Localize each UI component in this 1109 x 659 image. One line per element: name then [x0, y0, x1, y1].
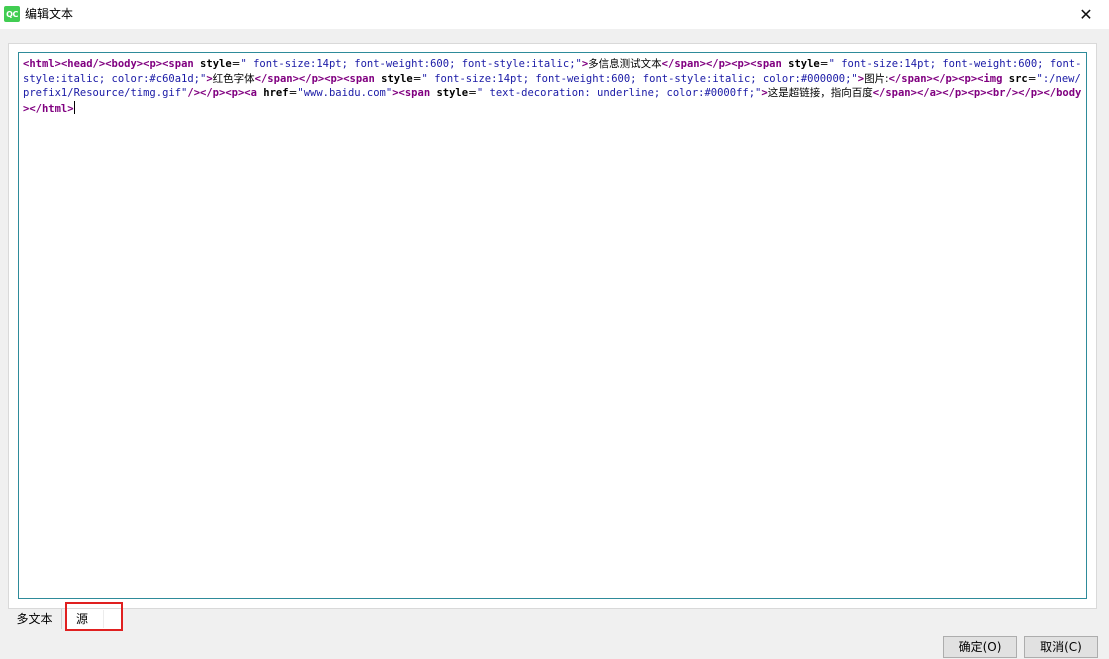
source-editor[interactable]: <html><head/><body><p><span style=" font… — [18, 52, 1087, 599]
code-token-txt: 红色字体 — [212, 72, 255, 85]
tab-source-spacer — [103, 610, 119, 628]
code-token-tag: <span — [398, 87, 437, 99]
code-token-txt: 图片: — [864, 72, 889, 85]
code-token-tag: </html> — [29, 102, 74, 115]
tab-source-label: 源 — [76, 612, 89, 626]
code-token-tag: <span — [750, 58, 789, 70]
code-token-str: "www.baidu.com" — [297, 87, 393, 99]
code-token-tag: <img — [977, 72, 1009, 85]
code-token-attr: style — [436, 87, 469, 99]
code-token-str: " font-size:14pt; font-weight:600; font-… — [240, 58, 582, 70]
close-icon: ✕ — [1079, 5, 1093, 24]
code-token-tag: </p> — [942, 87, 968, 99]
code-token-tag: <head/> — [60, 58, 106, 70]
code-token-tag: <body> — [105, 58, 144, 70]
code-token-attr: style — [381, 72, 413, 85]
code-token-attr: src — [1008, 72, 1028, 85]
code-token-tag: <br/> — [986, 87, 1019, 99]
code-token-tag: <p> — [225, 87, 245, 99]
content-panel: <html><head/><body><p><span style=" font… — [8, 43, 1097, 609]
text-caret — [73, 100, 75, 114]
code-token-tag: </span> — [661, 58, 706, 70]
code-token-attr: style — [788, 58, 820, 70]
code-token-tag: <html> — [23, 58, 61, 70]
code-token-tag: </p> — [200, 87, 226, 99]
code-token-tag: </p> — [932, 72, 959, 85]
code-token-tag: </p> — [1018, 87, 1044, 99]
code-token-str: " text-decoration: underline; color:#000… — [476, 87, 762, 99]
code-token-txt: 多信息测试文本 — [588, 58, 662, 70]
code-token-txt: 这是超链接，指向百度 — [767, 87, 873, 99]
tab-rich-text[interactable]: 多文本 — [8, 609, 62, 629]
code-token-tag: </span> — [254, 72, 299, 85]
code-token-tag: /> — [187, 87, 201, 99]
code-token-tag: <p> — [958, 72, 978, 85]
code-token-tag: <p> — [143, 58, 163, 70]
code-token-tag: </p> — [705, 58, 732, 70]
code-token-tag: <p> — [967, 87, 987, 99]
code-token-tag: <p> — [324, 72, 344, 85]
code-token-txt: = — [1027, 72, 1037, 85]
tab-source[interactable]: 源 — [66, 609, 122, 630]
window-title: 编辑文本 — [25, 7, 74, 21]
code-token-tag: </span> — [872, 87, 917, 99]
qt-creator-icon: QC — [4, 6, 20, 22]
code-token-tag: </p> — [298, 72, 325, 85]
cancel-button[interactable]: 取消(C) — [1024, 636, 1098, 658]
title-bar[interactable]: QC 编辑文本 ✕ — [0, 0, 1109, 29]
code-token-tag: <a — [244, 87, 264, 99]
code-token-txt: = — [468, 87, 477, 99]
code-token-tag: </a> — [916, 87, 943, 99]
code-token-tag: <span — [162, 58, 201, 70]
ok-button[interactable]: 确定(O) — [943, 636, 1017, 658]
code-token-tag: <p> — [731, 58, 751, 70]
code-token-tag: <span — [343, 72, 382, 85]
code-token-attr: style — [200, 58, 232, 70]
code-token-tag: </span> — [888, 72, 933, 85]
close-button[interactable]: ✕ — [1063, 0, 1109, 29]
code-token-str: " font-size:14pt; font-weight:600; font-… — [421, 72, 858, 85]
code-token-txt: = — [819, 58, 829, 70]
code-token-attr: href — [263, 87, 289, 99]
code-token-txt: = — [412, 72, 422, 85]
